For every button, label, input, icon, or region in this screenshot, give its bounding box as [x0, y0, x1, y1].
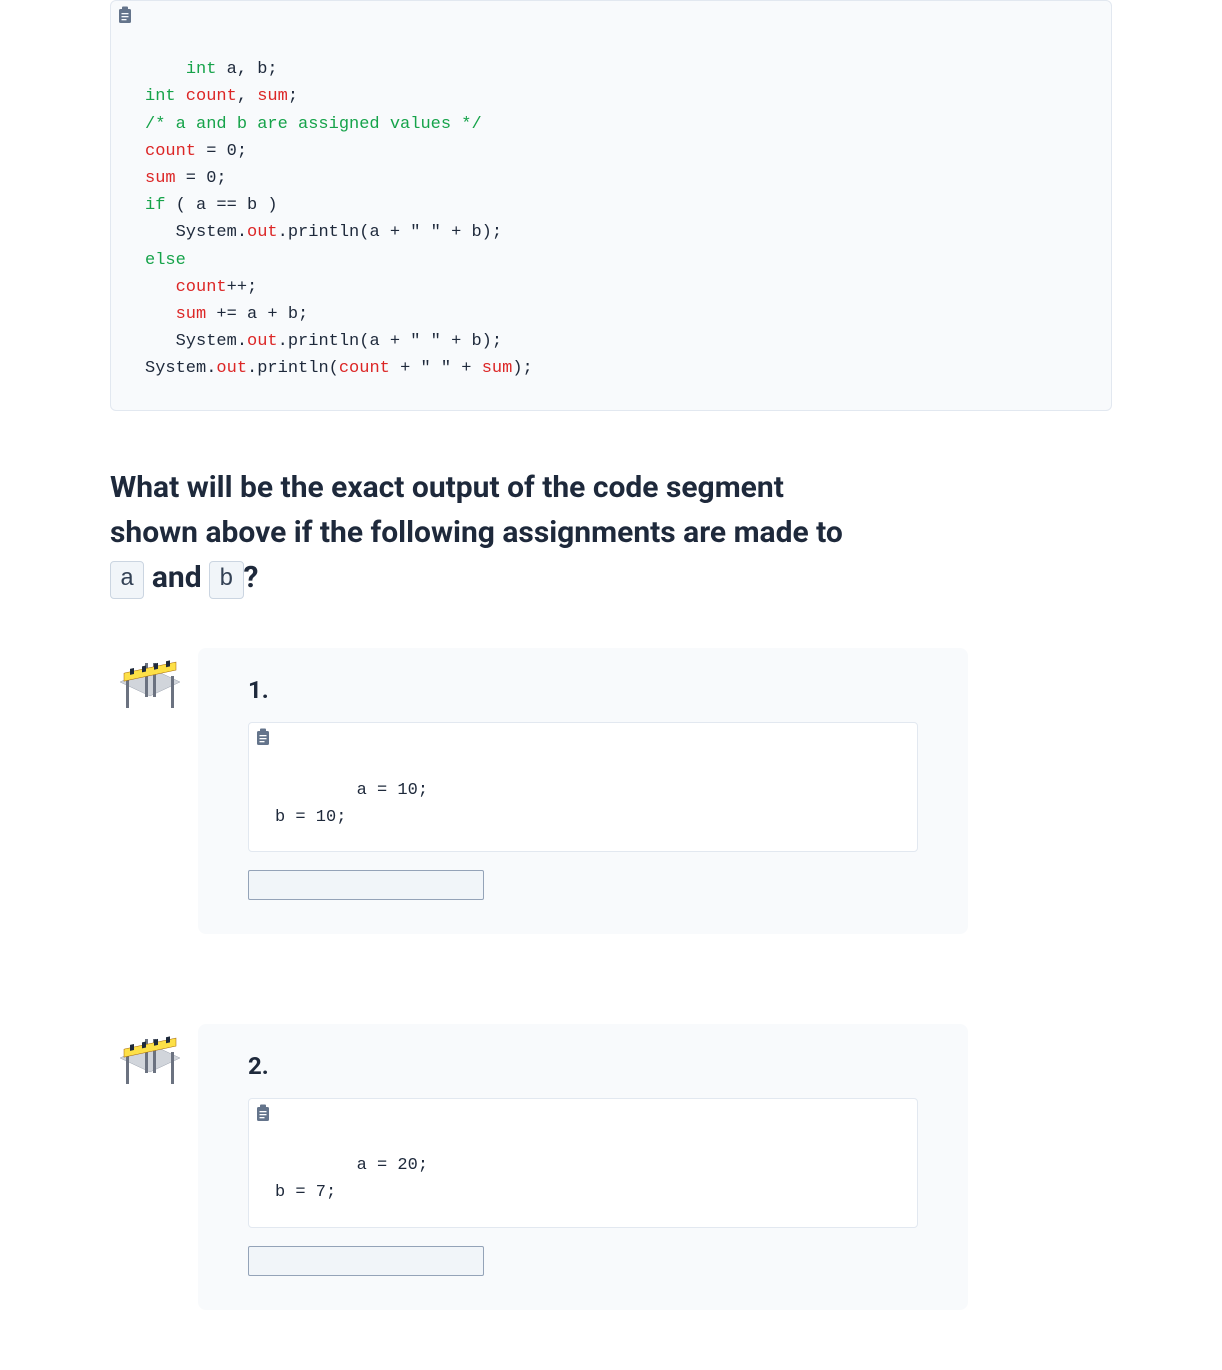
code-token: 0 — [206, 169, 216, 188]
code-token: count — [176, 87, 237, 106]
code-token: out — [247, 332, 278, 351]
clipboard-icon[interactable] — [253, 727, 273, 747]
code-token: ; — [288, 87, 298, 106]
clipboard-icon[interactable] — [253, 1103, 273, 1123]
code-token: + b); — [441, 332, 502, 351]
card-1: 1. a = 10; b = 10; — [198, 648, 968, 934]
hurdle-icon — [110, 1024, 190, 1104]
code-line: a = 20; — [357, 1156, 428, 1175]
code-token: a, b; — [216, 60, 277, 79]
code-token: int — [145, 87, 176, 106]
answer-input-2[interactable] — [248, 1246, 484, 1276]
question-text: What will be the exact output of the cod… — [110, 465, 1112, 600]
code-token: .println( — [247, 359, 339, 378]
question-mark: ? — [244, 560, 259, 595]
code-line: b = 10; — [275, 808, 346, 827]
question-line: shown above if the following assignments… — [110, 515, 843, 550]
code-token: out — [216, 359, 247, 378]
code-token — [145, 305, 176, 324]
code-token: /* a and b are assigned values */ — [145, 115, 482, 134]
code-token: = — [196, 142, 227, 161]
part-1-code: a = 10; b = 10; — [248, 722, 918, 852]
code-token: ; — [237, 142, 247, 161]
code-token: out — [247, 223, 278, 242]
part-number: 2. — [248, 1052, 918, 1080]
question-and: and — [144, 560, 209, 595]
answer-input-1[interactable] — [248, 870, 484, 900]
code-token: int — [186, 60, 217, 79]
code-token: sum — [257, 87, 288, 106]
code-token: + — [451, 359, 482, 378]
code-token: = — [176, 169, 207, 188]
code-token: System. — [145, 359, 216, 378]
code-token: sum — [145, 169, 176, 188]
part-2-code: a = 20; b = 7; — [248, 1098, 918, 1228]
code-line: b = 7; — [275, 1183, 336, 1202]
inline-code-b: b — [209, 561, 243, 599]
code-token: + — [390, 359, 421, 378]
question-line: What will be the exact output of the cod… — [110, 470, 784, 505]
subpart-1: 1. a = 10; b = 10; — [110, 648, 1112, 934]
code-token: count — [339, 359, 390, 378]
clipboard-icon[interactable] — [115, 5, 135, 25]
code-line: a = 10; — [357, 781, 428, 800]
code-token: count — [145, 142, 196, 161]
code-token: .println(a + — [278, 332, 411, 351]
code-token: sum — [482, 359, 513, 378]
code-token: " " — [420, 359, 451, 378]
code-token: if — [145, 196, 165, 215]
code-token: System. — [145, 332, 247, 351]
code-token: 0 — [227, 142, 237, 161]
code-token: System. — [145, 223, 247, 242]
part-number: 1. — [248, 676, 918, 704]
code-token: ++; — [227, 278, 258, 297]
code-token: , — [237, 87, 257, 106]
subpart-2: 2. a = 20; b = 7; — [110, 1024, 1112, 1310]
code-token: ; — [216, 169, 226, 188]
code-token: ( a == b ) — [165, 196, 277, 215]
code-token: " " — [410, 223, 441, 242]
code-token: .println(a + — [278, 223, 411, 242]
code-token: ); — [512, 359, 532, 378]
hurdle-icon — [110, 648, 190, 728]
inline-code-a: a — [110, 561, 144, 599]
code-token: count — [176, 278, 227, 297]
code-token: + b); — [441, 223, 502, 242]
code-token: " " — [410, 332, 441, 351]
code-token: else — [145, 251, 186, 270]
code-token: += a + b; — [206, 305, 308, 324]
card-2: 2. a = 20; b = 7; — [198, 1024, 968, 1310]
code-token: sum — [176, 305, 207, 324]
main-code-block: int a, b; int count, sum; /* a and b are… — [110, 0, 1112, 411]
code-token — [145, 278, 176, 297]
